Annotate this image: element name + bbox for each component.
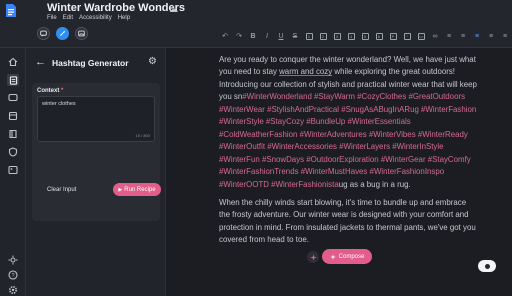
ai-assist-button[interactable] [307,251,319,263]
cloud-sync-icon[interactable]: ☁ [169,4,178,15]
text-run: ug as a bug in a rug. [338,179,411,189]
heading-4-icon[interactable]: 4 [344,30,358,42]
toggle-indicator-icon [484,263,490,269]
context-value: winter clothes [42,101,76,107]
context-card: Context * winter clothes 15 / 800 Clear … [32,83,161,221]
context-textarea[interactable]: winter clothes 15 / 800 [37,96,155,142]
chat-icon[interactable] [7,92,19,104]
document-icon[interactable] [7,74,19,86]
compose-label: Compose [338,253,365,260]
align-left-icon[interactable]: ≡ [470,30,484,42]
app-header: Winter Wardrobe Wonders ☁ File Edit Acce… [0,0,512,48]
menu-accessibility[interactable]: Accessibility [79,15,112,21]
compose-button[interactable]: Compose [322,249,372,264]
chat-mode-button[interactable] [37,27,50,40]
ordered-list-icon[interactable]: ≡ [456,30,470,42]
link-icon[interactable]: ∞ [428,30,442,42]
document-logo-icon [6,4,16,17]
run-recipe-label: Run Recipe [124,186,156,193]
character-count: 15 / 800 [135,133,150,138]
heading-3-icon[interactable]: 3 [330,30,344,42]
shield-icon[interactable] [7,146,19,158]
hashtag-run: #WinterWonderland #StayWarm #CozyClothes… [219,92,477,189]
chat-icon [40,30,47,37]
home-icon[interactable] [7,56,19,68]
sparkle-icon [309,253,317,261]
bold-icon[interactable]: B [246,30,260,42]
image-icon[interactable] [7,164,19,176]
library-icon[interactable] [7,128,19,140]
menu-bar: File Edit Accessibility Help [47,15,130,21]
magic-wand-icon [60,30,66,36]
help-icon[interactable]: ? [7,269,19,281]
italic-icon[interactable]: I [260,30,274,42]
bullet-list-icon[interactable]: ≡ [442,30,456,42]
editor-content[interactable]: Are you ready to conquer the winter wond… [219,54,479,253]
document-title[interactable]: Winter Wardrobe Wonders [47,2,185,14]
recipe-panel: ← Hashtag Generator ⚙ Context * winter c… [26,48,166,296]
left-navigation-rail: ? [0,48,26,296]
run-recipe-button[interactable]: ▶ Run Recipe [113,183,161,196]
menu-help[interactable]: Help [118,15,130,21]
run-icon: ▶ [118,186,123,193]
formatting-toolbar: ↶ ↷ B I U S 1 2 3 4 5 6 P “ <> ∞ ≡ ≡ ≡ ≡… [218,30,512,42]
undo-icon[interactable]: ↶ [218,30,232,42]
heading-1-icon[interactable]: 1 [302,30,316,42]
heading-6-icon[interactable]: 6 [372,30,386,42]
underline-icon[interactable]: U [274,30,288,42]
template-icon[interactable] [7,110,19,122]
paragraph-2: When the chilly winds start blowing, it'… [219,197,476,245]
strikethrough-icon[interactable]: S [288,30,302,42]
compose-sparkle-icon [329,253,336,260]
back-arrow-icon[interactable]: ← [35,56,46,68]
panel-title: Hashtag Generator [52,58,129,68]
quote-icon[interactable]: “ [400,30,414,42]
document-editor[interactable]: Are you ready to conquer the winter wond… [166,48,512,296]
svg-text:?: ? [11,273,14,279]
menu-edit[interactable]: Edit [63,15,73,21]
image-icon [78,30,85,37]
image-mode-button[interactable] [75,27,88,40]
theme-icon[interactable] [7,254,19,266]
clear-input-button[interactable]: Clear Input [47,187,76,193]
spellcheck-highlight: warm and cozy [279,67,333,77]
context-label: Context * [37,88,63,94]
heading-5-icon[interactable]: 5 [358,30,372,42]
paragraph-1: Are you ready to conquer the winter wond… [219,54,479,191]
magic-mode-button[interactable] [56,27,69,40]
code-icon[interactable]: <> [414,30,428,42]
align-right-icon[interactable]: ≡ [498,30,512,42]
context-label-text: Context [37,88,60,94]
required-marker: * [61,88,64,94]
paragraph-icon[interactable]: P [386,30,400,42]
heading-2-icon[interactable]: 2 [316,30,330,42]
gear-icon[interactable]: ⚙ [148,56,157,67]
settings-icon[interactable] [7,284,19,296]
menu-file[interactable]: File [47,15,57,21]
redo-icon[interactable]: ↷ [232,30,246,42]
floating-toggle-button[interactable] [478,260,496,272]
align-center-icon[interactable]: ≡ [484,30,498,42]
